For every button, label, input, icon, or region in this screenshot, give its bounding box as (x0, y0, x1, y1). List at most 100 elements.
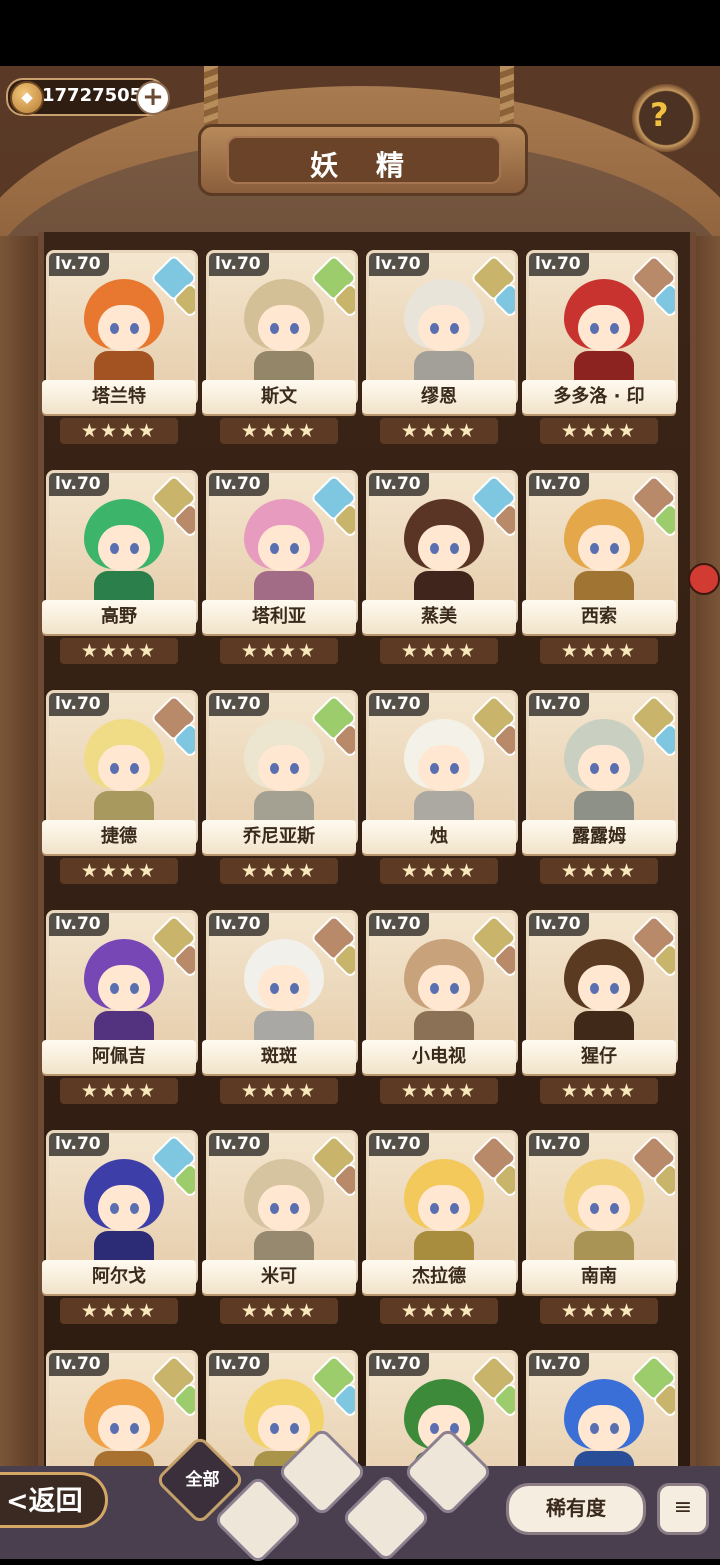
level-badge: lv.70 (49, 253, 109, 276)
help-button[interactable]: ? (632, 84, 700, 152)
name-banner: 阿佩吉 (42, 1040, 196, 1074)
name-banner: 猩仔 (522, 1040, 676, 1074)
star-rating: ★★★★ (540, 858, 658, 884)
character-avatar (84, 939, 164, 1041)
character-name: 小电视 (412, 1046, 466, 1067)
character-avatar (564, 939, 644, 1041)
name-banner: 乔尼亚斯 (202, 820, 356, 854)
level-badge: lv.70 (49, 1133, 109, 1156)
character-avatar (84, 1159, 164, 1261)
character-card[interactable]: lv.70 高野 ★★★★ (42, 466, 198, 666)
character-name: 烛 (430, 826, 448, 847)
character-avatar (84, 499, 164, 601)
star-rating: ★★★★ (540, 638, 658, 664)
name-banner: 南南 (522, 1260, 676, 1294)
name-banner: 斯文 (202, 380, 356, 414)
star-rating: ★★★★ (60, 858, 178, 884)
character-card[interactable]: lv.70 烛 ★★★★ (362, 686, 518, 886)
character-card[interactable]: lv.70 猩仔 ★★★★ (522, 906, 678, 1106)
character-avatar (404, 719, 484, 821)
character-name: 阿佩吉 (92, 1046, 146, 1067)
back-button[interactable]: <返回 (0, 1472, 108, 1528)
character-name: 塔利亚 (252, 606, 306, 627)
character-card[interactable]: lv.70 塔利亚 ★★★★ (202, 466, 358, 666)
character-name: 米可 (261, 1266, 297, 1287)
name-banner: 阿尔戈 (42, 1260, 196, 1294)
name-banner: 小电视 (362, 1040, 516, 1074)
character-card[interactable]: lv.70 露露姆 ★★★★ (522, 686, 678, 886)
filter-all-label: 全部 (185, 1470, 220, 1491)
rarity-sort-button[interactable]: 稀有度 (506, 1483, 646, 1535)
character-name: 阿尔戈 (92, 1266, 146, 1287)
character-avatar (84, 279, 164, 381)
name-banner: 缪恩 (362, 380, 516, 414)
name-banner: 烛 (362, 820, 516, 854)
character-card[interactable]: lv.70 小电视 ★★★★ (362, 906, 518, 1106)
character-card[interactable]: lv.70 蒸美 ★★★★ (362, 466, 518, 666)
character-name: 缪恩 (421, 386, 457, 407)
star-rating: ★★★★ (220, 1298, 338, 1324)
name-banner: 塔兰特 (42, 380, 196, 414)
character-avatar (84, 719, 164, 821)
star-rating: ★★★★ (60, 1298, 178, 1324)
character-avatar (564, 1379, 644, 1481)
character-name: 高野 (101, 606, 137, 627)
character-card[interactable]: lv.70 阿尔戈 ★★★★ (42, 1126, 198, 1326)
star-rating: ★★★★ (220, 638, 338, 664)
character-card[interactable]: lv.70 西索 ★★★★ (522, 466, 678, 666)
level-badge: lv.70 (209, 913, 269, 936)
level-badge: lv.70 (49, 913, 109, 936)
name-banner: 高野 (42, 600, 196, 634)
title-plank: 妖 精 (198, 124, 528, 196)
level-badge: lv.70 (49, 1353, 109, 1376)
character-card[interactable]: lv.70 斑斑 ★★★★ (202, 906, 358, 1106)
star-rating: ★★★★ (220, 1078, 338, 1104)
character-card[interactable]: lv.70 缪恩 ★★★★ (362, 246, 518, 446)
character-name: 乔尼亚斯 (243, 826, 315, 847)
character-card[interactable]: lv.70 乔尼亚斯 ★★★★ (202, 686, 358, 886)
ladybug-icon[interactable] (688, 563, 720, 595)
character-name: 捷德 (101, 826, 137, 847)
character-avatar (404, 279, 484, 381)
plus-icon[interactable]: + (136, 81, 170, 115)
character-avatar (404, 499, 484, 601)
character-avatar (564, 1159, 644, 1261)
character-avatar (564, 499, 644, 601)
character-card[interactable]: lv.70 捷德 ★★★★ (42, 686, 198, 886)
star-rating: ★★★★ (380, 858, 498, 884)
star-rating: ★★★★ (540, 1298, 658, 1324)
character-name: 斯文 (261, 386, 297, 407)
character-card[interactable]: lv.70 米可 ★★★★ (202, 1126, 358, 1326)
level-badge: lv.70 (209, 693, 269, 716)
name-banner: 捷德 (42, 820, 196, 854)
level-badge: lv.70 (209, 253, 269, 276)
star-rating: ★★★★ (220, 858, 338, 884)
character-avatar (244, 1159, 324, 1261)
level-badge: lv.70 (369, 253, 429, 276)
character-card[interactable]: lv.70 杰拉德 ★★★★ (362, 1126, 518, 1326)
character-card[interactable]: lv.70 多多洛 · 印 ★★★★ (522, 246, 678, 446)
sort-icon[interactable]: ≡ (657, 1483, 709, 1535)
character-avatar (244, 719, 324, 821)
character-card[interactable]: lv.70 南南 ★★★★ (522, 1126, 678, 1326)
name-banner: 米可 (202, 1260, 356, 1294)
name-banner: 多多洛 · 印 (522, 380, 676, 414)
name-banner: 杰拉德 (362, 1260, 516, 1294)
level-badge: lv.70 (369, 473, 429, 496)
name-banner: 斑斑 (202, 1040, 356, 1074)
character-card[interactable]: lv.70 阿佩吉 ★★★★ (42, 906, 198, 1106)
character-card[interactable]: lv.70 斯文 ★★★★ (202, 246, 358, 446)
coin-icon: ◆ (10, 81, 44, 115)
character-card[interactable]: lv.70 塔兰特 ★★★★ (42, 246, 198, 446)
question-icon: ? (650, 96, 669, 134)
character-name: 蒸美 (421, 606, 457, 627)
character-name: 多多洛 · 印 (553, 386, 645, 407)
star-rating: ★★★★ (540, 418, 658, 444)
character-name: 露露姆 (572, 826, 626, 847)
character-name: 南南 (581, 1266, 617, 1287)
level-badge: lv.70 (369, 913, 429, 936)
star-rating: ★★★★ (60, 418, 178, 444)
currency-display: ◆ 17727505 + (6, 78, 170, 116)
level-badge: lv.70 (369, 1353, 429, 1376)
character-avatar (244, 939, 324, 1041)
